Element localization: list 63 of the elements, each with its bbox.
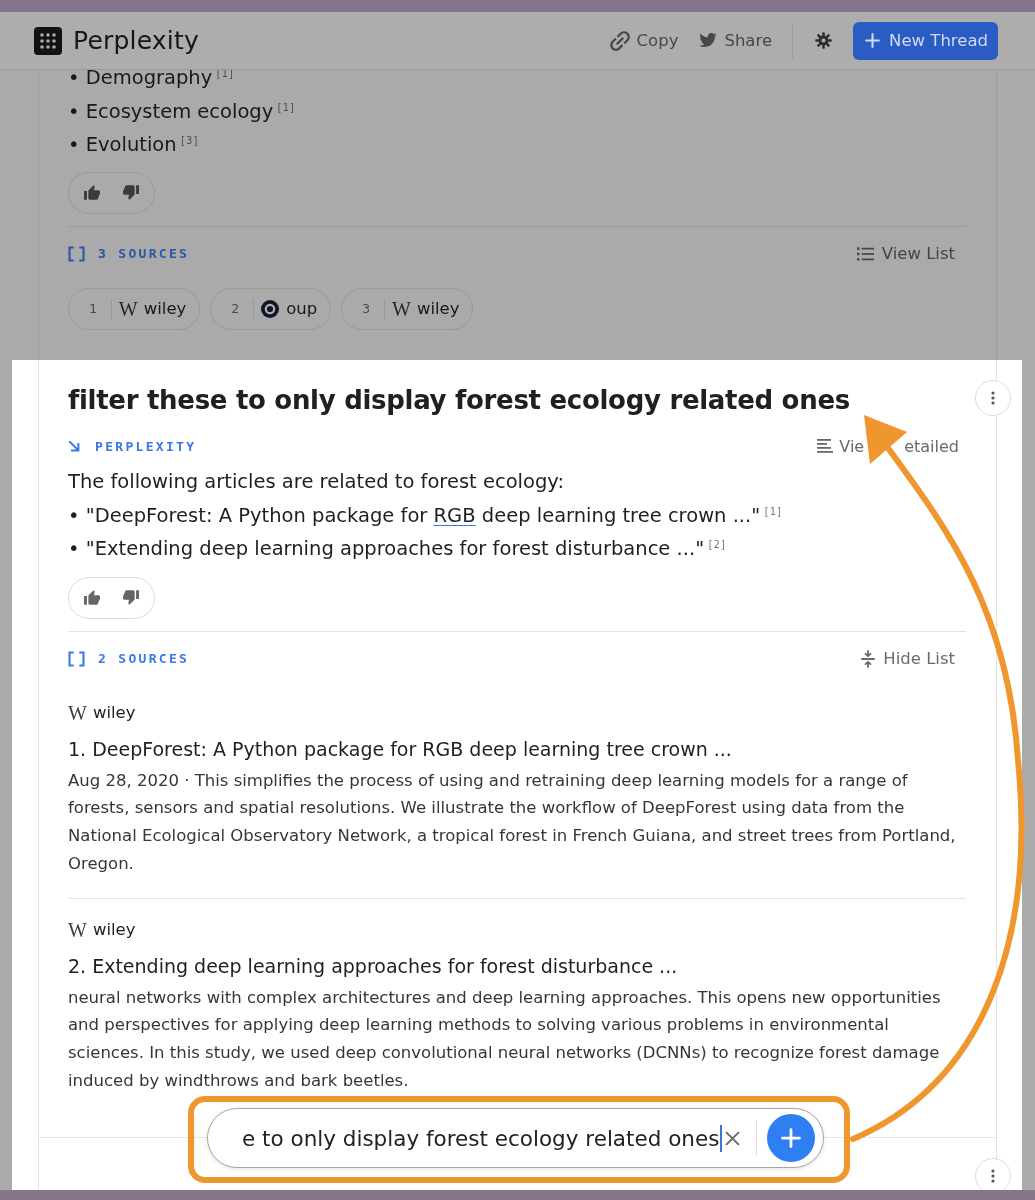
link-icon (609, 30, 630, 51)
plus-icon (781, 1128, 801, 1148)
ring-logo-icon (261, 299, 280, 318)
source-number: 1 (89, 301, 97, 317)
plus-icon (865, 33, 881, 48)
source-number: 2 (231, 301, 240, 317)
query-title: filter these to only display forest ecology related ones (68, 384, 851, 417)
thumbs-down-icon (123, 590, 139, 606)
thumbs-up-icon (84, 185, 100, 201)
site-name: wiley (416, 299, 460, 319)
sources-label: 2 SOURCES (98, 651, 190, 667)
like-button[interactable] (82, 183, 102, 203)
source-snippet: neural networks with complex architectures and deep learning approaches. This opens new opportunities and perspectives for applying deep learning methods to solving various problems in environmental sciences. In this study, we used deep convolutional neural networks (DCNNs) to recognize forest damage induced by windthrows and bark beetles. (68, 986, 942, 1092)
source-title[interactable]: 2. Extending deep learning approaches for forest disturbance ... (68, 952, 966, 979)
answer-text: The following articles are related to forest ecology: (68, 469, 565, 496)
app-logo-text: Perplexity (73, 26, 199, 55)
dislike-button[interactable] (121, 183, 141, 203)
answer-bullet: • "DeepForest: A Python package for RGB deep learning tree crown ..."$^{[1]}$ (68, 502, 784, 529)
answer-bullet: • Ecosystem ecology$^{[1]}$ (68, 98, 297, 125)
text-cursor-icon (720, 1124, 723, 1152)
site-logo: W (68, 919, 86, 940)
grid-logo-icon (34, 26, 62, 55)
site-logo: W (68, 702, 86, 723)
site-name: oup (286, 299, 318, 319)
share-button[interactable]: Share (699, 31, 773, 50)
term-link[interactable]: RGB (433, 503, 476, 527)
sources-label: 3 SOURCES (98, 246, 190, 262)
site-logo: W (392, 298, 410, 319)
message-input[interactable]: e to only display forest ecology related ones (242, 1118, 725, 1158)
thumbs-down-icon (123, 185, 139, 201)
site-name: wiley (92, 920, 136, 940)
settings-button[interactable] (815, 32, 833, 49)
site-name: wiley (143, 299, 187, 319)
answer-bullet: • Evolution$^{[3]}$ (68, 132, 201, 159)
bird-icon (699, 33, 718, 48)
like-button[interactable] (82, 588, 102, 608)
brackets-icon (68, 245, 85, 262)
site-name: wiley (92, 703, 136, 723)
collapse-icon (861, 649, 876, 668)
lines-icon (817, 439, 834, 453)
answer-source-label: PERPLEXITY (95, 438, 197, 454)
clear-button[interactable] (725, 1130, 740, 1146)
source-title[interactable]: 1. DeepForest: A Python package for RGB deep learning tree crown ... (68, 735, 966, 762)
site-logo: W (118, 298, 137, 319)
thumbs-up-icon (84, 590, 100, 606)
answer-bullet: • "Extending deep learning approaches for forest disturbance ..."$^{[2]}$ (68, 536, 728, 563)
more-icon (991, 391, 995, 405)
list-toggle-button[interactable]: Hide List (861, 649, 955, 669)
dislike-button[interactable] (121, 588, 141, 608)
list-toggle-button[interactable]: View List (856, 244, 955, 264)
more-icon (991, 1169, 995, 1184)
copy-button[interactable]: Copy (609, 30, 679, 51)
view-toggle-button[interactable]: Vie etailed (817, 436, 959, 456)
arrow-icon (68, 440, 80, 452)
answer-bullet: • Demography$^{[1]}$ (68, 70, 236, 92)
new-thread-button[interactable]: New Thread (853, 21, 998, 60)
settings-icon (815, 32, 833, 49)
brackets-icon (68, 650, 85, 667)
source-snippet: Aug 28, 2020 · This simplifies the process of using and retraining deep learning models for a range of forests, sensors and spatial resolutions. We illustrate the workflow of DeepForest using data from the National Ecological Observatory Network, a tropical forest in French Guiana, and street trees from Portland, Oregon. (68, 769, 957, 875)
close-icon (725, 1130, 740, 1146)
send-button[interactable] (767, 1114, 815, 1162)
list-icon (856, 246, 874, 261)
source-number: 3 (362, 301, 370, 317)
